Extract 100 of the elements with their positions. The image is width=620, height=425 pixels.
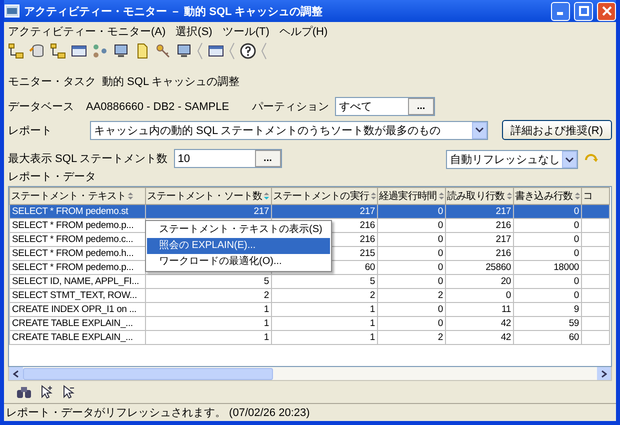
horizontal-scrollbar[interactable] [8, 367, 612, 381]
table-cell: 18000 [514, 260, 582, 274]
table-cell: 216 [446, 246, 514, 260]
minimize-button[interactable] [551, 2, 570, 20]
table-cell: 0 [378, 218, 446, 232]
status-bar: レポート・データがリフレッシュされます。 (07/02/26 20:23) [4, 403, 616, 421]
app-icon [4, 4, 20, 18]
column-header[interactable]: 読み取り行数 [446, 188, 514, 204]
table-cell: SELECT * FROM pedemo.st [10, 204, 146, 218]
task-name: 動的 SQL キャッシュの調整 [102, 74, 240, 89]
menu-item[interactable]: ツール(T) [222, 24, 270, 38]
monitor-icon[interactable] [176, 43, 192, 59]
sort-icon[interactable] [370, 191, 376, 202]
table-row[interactable]: SELECT STMT_TEXT, ROW... 2 2 2 0 0 [10, 288, 610, 302]
table-cell: 25860 [446, 260, 514, 274]
nodes-icon[interactable] [92, 43, 108, 59]
menu-item[interactable]: 選択(S) [176, 24, 212, 38]
menu-item[interactable]: ヘルプ(H) [279, 24, 328, 38]
table-row[interactable]: CREATE TABLE EXPLAIN_... 1 1 0 42 59 [10, 316, 610, 330]
column-header[interactable]: ステートメント・ソート数 [146, 188, 272, 204]
task-label: モニター・タスク [8, 75, 96, 89]
table-cell: 0 [446, 288, 514, 302]
close-button[interactable] [597, 2, 616, 20]
table-row[interactable]: CREATE TABLE EXPLAIN_... 1 1 2 42 60 [10, 330, 610, 344]
table-cell: 1 [146, 330, 272, 344]
table-cell: 217 [446, 232, 514, 246]
column-header[interactable]: ステートメントの実行 [272, 188, 378, 204]
report-data-label: レポート・データ [8, 170, 96, 184]
column-header[interactable]: コ [582, 188, 610, 204]
table-cell: 60 [514, 330, 582, 344]
window-icon[interactable] [208, 43, 224, 59]
browse-button[interactable]: ... [408, 98, 434, 115]
maximize-icon [578, 6, 588, 16]
table-cell: 0 [378, 232, 446, 246]
table-cell: 42 [446, 316, 514, 330]
table-cell: CREATE TABLE EXPLAIN_... [10, 330, 146, 344]
browse-button[interactable]: ... [254, 150, 281, 167]
partition-field[interactable]: すべて ... [335, 97, 435, 116]
table-cell: CREATE INDEX OPR_I1 on ... [10, 302, 146, 316]
table-cell: CREATE TABLE EXPLAIN_... [10, 316, 146, 330]
table-cell: 0 [378, 246, 446, 260]
table-cell: SELECT * FROM pedemo.p... [10, 218, 146, 232]
window-icon[interactable] [71, 43, 87, 59]
help-icon[interactable] [240, 43, 256, 59]
table-cell: 0 [378, 302, 446, 316]
max-rows-field[interactable]: 10 ... [174, 149, 282, 168]
tree-icon[interactable] [50, 43, 66, 59]
table-row[interactable]: SELECT ID, NAME, APPL_FI... 5 5 0 20 0 [10, 274, 610, 288]
report-dropdown[interactable]: キャッシュ内の動的 SQL ステートメントのうちソート数が最多のもの [90, 120, 488, 140]
table-cell: 2 [146, 288, 272, 302]
sort-icon[interactable] [127, 191, 134, 202]
key-icon[interactable] [155, 43, 171, 59]
table-cell: 0 [514, 204, 582, 218]
table-cell: 217 [272, 204, 378, 218]
table-cell: 0 [378, 260, 446, 274]
monitor-icon[interactable] [113, 43, 129, 59]
table-row[interactable]: SELECT * FROM pedemo.st 217 217 0 217 0 [10, 204, 610, 218]
partition-label: パーティション [252, 100, 329, 114]
table-cell: 1 [146, 316, 272, 330]
column-header[interactable]: 書き込み行数 [514, 188, 582, 204]
close-icon [602, 6, 612, 16]
pointer-minus-icon[interactable] [62, 385, 76, 399]
binoculars-icon[interactable] [16, 385, 32, 399]
table-cell: SELECT ID, NAME, APPL_FI... [10, 274, 146, 288]
table-cell: 217 [446, 204, 514, 218]
table-cell: 59 [514, 316, 582, 330]
max-rows-label: 最大表示 SQL ステートメント数 [8, 152, 168, 166]
table-cell: 1 [272, 330, 378, 344]
table-cell: SELECT * FROM pedemo.h... [10, 246, 146, 260]
table-cell: 0 [514, 288, 582, 302]
table-cell: 216 [446, 218, 514, 232]
tree-icon[interactable] [8, 43, 24, 59]
sort-icon[interactable] [574, 191, 580, 202]
report-label: レポート [8, 124, 53, 138]
database-label: データベース [8, 100, 75, 114]
menu-item[interactable]: アクティビティー・モニター(A) [8, 24, 166, 38]
sort-icon[interactable] [438, 191, 444, 202]
table-cell: SELECT * FROM pedemo.c... [10, 232, 146, 246]
table-cell: 9 [514, 302, 582, 316]
table-cell: 0 [514, 274, 582, 288]
table-cell: 2 [378, 288, 446, 302]
sort-icon[interactable] [263, 191, 270, 202]
table-cell: 1 [146, 302, 272, 316]
context-menu-item[interactable]: 照会の EXPLAIN(E)... [147, 238, 330, 254]
auto-refresh-dropdown[interactable]: 自動リフレッシュなし [446, 150, 578, 169]
maximize-button[interactable] [574, 2, 593, 20]
table-cell: 0 [514, 232, 582, 246]
database-icon[interactable] [29, 43, 45, 59]
column-header[interactable]: 経過実行時間 [378, 188, 446, 204]
table-cell: 11 [446, 302, 514, 316]
column-header[interactable]: ステートメント・テキスト [10, 188, 146, 204]
details-button[interactable]: 詳細および推奨(R) [502, 120, 612, 140]
pointer-plus-icon[interactable] [40, 385, 54, 399]
table-cell: SELECT * FROM pedemo.p... [10, 260, 146, 274]
table-row[interactable]: CREATE INDEX OPR_I1 on ... 1 1 0 11 9 [10, 302, 610, 316]
sort-icon[interactable] [506, 191, 512, 202]
database-value: AA0886660 - DB2 - SAMPLE [86, 100, 230, 112]
chevron-down-icon [474, 127, 484, 133]
table-cell: 1 [272, 302, 378, 316]
toolbar-separator-icon [229, 42, 235, 60]
